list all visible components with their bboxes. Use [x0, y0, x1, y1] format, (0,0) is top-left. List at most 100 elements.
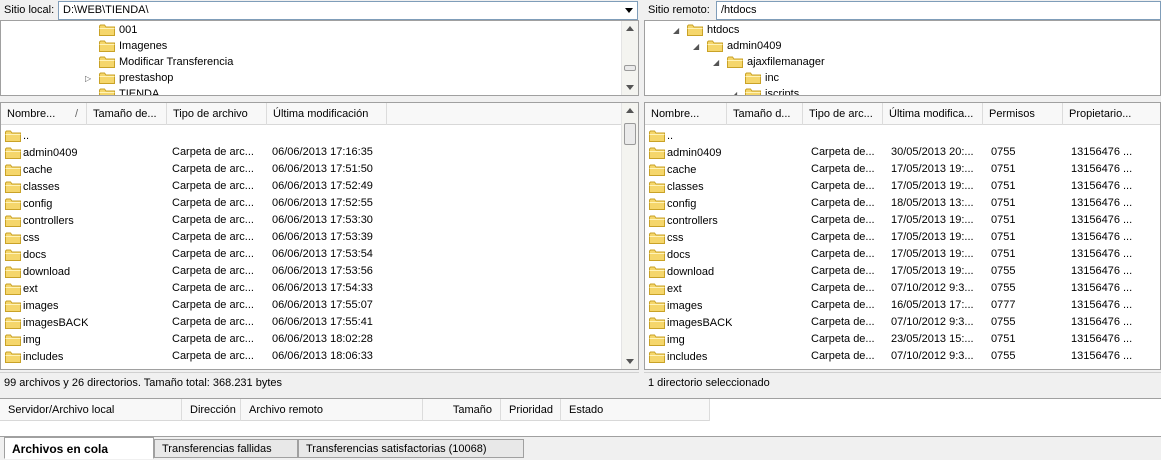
- file-name: cache: [23, 163, 53, 176]
- scroll-down-icon[interactable]: [626, 85, 634, 90]
- file-name-cell: classes: [5, 178, 60, 195]
- tree-node[interactable]: Modificar Transferencia: [99, 54, 233, 70]
- file-row[interactable]: ..: [1, 127, 621, 144]
- remote-site-label: Sitio remoto:: [648, 4, 710, 16]
- file-row[interactable]: admin0409 Carpeta de... 30/05/2013 20:... 0…: [645, 144, 1160, 161]
- file-row[interactable]: imagesBACK Carpeta de... 07/10/2012 9:3...…: [645, 314, 1160, 331]
- tree-node[interactable]: ◢ admin0409: [693, 38, 781, 54]
- file-row[interactable]: img Carpeta de arc... 06/06/2013 18:02:28: [1, 331, 621, 348]
- expander-icon[interactable]: ◢: [693, 42, 699, 51]
- queue-col-remote-file[interactable]: Archivo remoto: [241, 399, 423, 421]
- tree-node[interactable]: ◢ htdocs: [673, 22, 739, 38]
- tree-node[interactable]: 001: [99, 22, 137, 38]
- remote-col-owner[interactable]: Propietario...: [1063, 103, 1160, 125]
- queue-col-priority[interactable]: Prioridad: [501, 399, 561, 421]
- transfer-queue: Servidor/Archivo local Dirección Archivo…: [0, 398, 1161, 436]
- local-col-type[interactable]: Tipo de archivo: [167, 103, 267, 125]
- file-modified-cell: 17/05/2013 19:...: [891, 231, 974, 243]
- scroll-up-icon[interactable]: [626, 26, 634, 31]
- tree-node[interactable]: Imagenes: [99, 38, 167, 54]
- file-row[interactable]: docs Carpeta de arc... 06/06/2013 17:53:54: [1, 246, 621, 263]
- local-file-list: Nombre... / Tamaño de... Tipo de archivo…: [0, 102, 639, 370]
- local-tree-scrollbar[interactable]: [621, 21, 638, 95]
- remote-col-modified[interactable]: Última modifica...: [883, 103, 983, 125]
- folder-icon: [745, 88, 761, 95]
- file-row[interactable]: admin0409 Carpeta de arc... 06/06/2013 17:…: [1, 144, 621, 161]
- file-type-cell: Carpeta de...: [811, 333, 875, 345]
- file-row[interactable]: imagesBACK Carpeta de arc... 06/06/2013 17…: [1, 314, 621, 331]
- tree-node[interactable]: TIENDA: [99, 86, 159, 95]
- file-row[interactable]: controllers Carpeta de arc... 06/06/2013 1…: [1, 212, 621, 229]
- file-row[interactable]: css Carpeta de... 17/05/2013 19:... 0751 131…: [645, 229, 1160, 246]
- local-directory-tree: 001 Imagenes Modificar Transferencia ▷ prest…: [0, 20, 639, 96]
- file-modified-cell: 17/05/2013 19:...: [891, 248, 974, 260]
- tab-failed-transfers[interactable]: Transferencias fallidas: [154, 439, 298, 458]
- folder-icon: [727, 56, 743, 68]
- file-name-cell: download: [649, 263, 714, 280]
- remote-col-type[interactable]: Tipo de arc...: [803, 103, 883, 125]
- file-name: classes: [23, 180, 60, 193]
- file-name: css: [23, 231, 40, 244]
- local-list-scrollbar[interactable]: [621, 103, 638, 369]
- file-row[interactable]: ext Carpeta de arc... 06/06/2013 17:54:33: [1, 280, 621, 297]
- file-name-cell: controllers: [649, 212, 718, 229]
- folder-icon: [649, 232, 665, 244]
- file-type-cell: Carpeta de arc...: [172, 316, 254, 328]
- scroll-thumb[interactable]: [624, 123, 636, 145]
- file-row[interactable]: ..: [645, 127, 1160, 144]
- remote-col-name[interactable]: Nombre...: [645, 103, 727, 125]
- tab-queued-files[interactable]: Archivos en cola: [4, 437, 154, 459]
- folder-icon: [649, 334, 665, 346]
- file-row[interactable]: includes Carpeta de... 07/10/2012 9:3... 07…: [645, 348, 1160, 365]
- file-owner-cell: 13156476 ...: [1071, 197, 1133, 209]
- scroll-thumb[interactable]: [624, 65, 636, 71]
- remote-path-combo[interactable]: /htdocs: [716, 1, 1161, 20]
- file-row[interactable]: classes Carpeta de arc... 06/06/2013 17:52…: [1, 178, 621, 195]
- tree-node[interactable]: ▷ prestashop: [85, 70, 173, 86]
- queue-col-size[interactable]: Tamaño: [423, 399, 501, 421]
- local-col-modified[interactable]: Última modificación: [267, 103, 387, 125]
- queue-col-local-file[interactable]: Servidor/Archivo local: [0, 399, 182, 421]
- tree-node[interactable]: inc: [745, 70, 779, 86]
- folder-icon: [649, 249, 665, 261]
- file-row[interactable]: config Carpeta de arc... 06/06/2013 17:52:…: [1, 195, 621, 212]
- file-row[interactable]: classes Carpeta de... 17/05/2013 19:... 075…: [645, 178, 1160, 195]
- file-row[interactable]: docs Carpeta de... 17/05/2013 19:... 0751 13…: [645, 246, 1160, 263]
- file-row[interactable]: img Carpeta de... 23/05/2013 15:... 0751 131…: [645, 331, 1160, 348]
- file-row[interactable]: cache Carpeta de... 17/05/2013 19:... 0751 1…: [645, 161, 1160, 178]
- file-name-cell: img: [5, 331, 41, 348]
- scroll-down-icon[interactable]: [626, 359, 634, 364]
- tree-node[interactable]: ◢ ajaxfilemanager: [713, 54, 825, 70]
- local-path-combo[interactable]: D:\WEB\TIENDA\: [58, 1, 638, 20]
- file-perm-cell: 0751: [991, 333, 1016, 345]
- local-site-bar: Sitio local: D:\WEB\TIENDA\: [0, 0, 639, 20]
- file-row[interactable]: ext Carpeta de... 07/10/2012 9:3... 0755 131…: [645, 280, 1160, 297]
- queue-col-status[interactable]: Estado: [561, 399, 710, 421]
- file-row[interactable]: config Carpeta de... 18/05/2013 13:... 0751…: [645, 195, 1160, 212]
- remote-col-size[interactable]: Tamaño d...: [727, 103, 803, 125]
- tab-successful-transfers[interactable]: Transferencias satisfactorias (10068): [298, 439, 524, 458]
- tree-node[interactable]: ◢ jscripts: [731, 86, 799, 95]
- queue-col-direction[interactable]: Dirección: [182, 399, 241, 421]
- file-row[interactable]: images Carpeta de arc... 06/06/2013 17:55:…: [1, 297, 621, 314]
- chevron-down-icon[interactable]: [620, 2, 637, 19]
- expander-icon[interactable]: ◢: [731, 90, 737, 96]
- file-row[interactable]: download Carpeta de... 17/05/2013 19:... 07…: [645, 263, 1160, 280]
- expander-icon[interactable]: ◢: [673, 26, 679, 35]
- file-type-cell: Carpeta de...: [811, 180, 875, 192]
- file-row[interactable]: controllers Carpeta de... 17/05/2013 19:..…: [645, 212, 1160, 229]
- file-row[interactable]: cache Carpeta de arc... 06/06/2013 17:51:5…: [1, 161, 621, 178]
- file-type-cell: Carpeta de...: [811, 316, 875, 328]
- expander-icon[interactable]: ◢: [713, 58, 719, 67]
- remote-col-permissions[interactable]: Permisos: [983, 103, 1063, 125]
- scroll-up-icon[interactable]: [626, 108, 634, 113]
- file-row[interactable]: css Carpeta de arc... 06/06/2013 17:53:39: [1, 229, 621, 246]
- file-modified-cell: 06/06/2013 17:51:50: [272, 163, 373, 175]
- expander-icon[interactable]: ▷: [85, 74, 91, 83]
- file-row[interactable]: download Carpeta de arc... 06/06/2013 17:5…: [1, 263, 621, 280]
- file-row[interactable]: includes Carpeta de arc... 06/06/2013 18:0…: [1, 348, 621, 365]
- file-row[interactable]: images Carpeta de... 16/05/2013 17:... 0777…: [645, 297, 1160, 314]
- file-name-cell: ..: [5, 127, 29, 144]
- file-owner-cell: 13156476 ...: [1071, 163, 1133, 175]
- local-col-size[interactable]: Tamaño de...: [87, 103, 167, 125]
